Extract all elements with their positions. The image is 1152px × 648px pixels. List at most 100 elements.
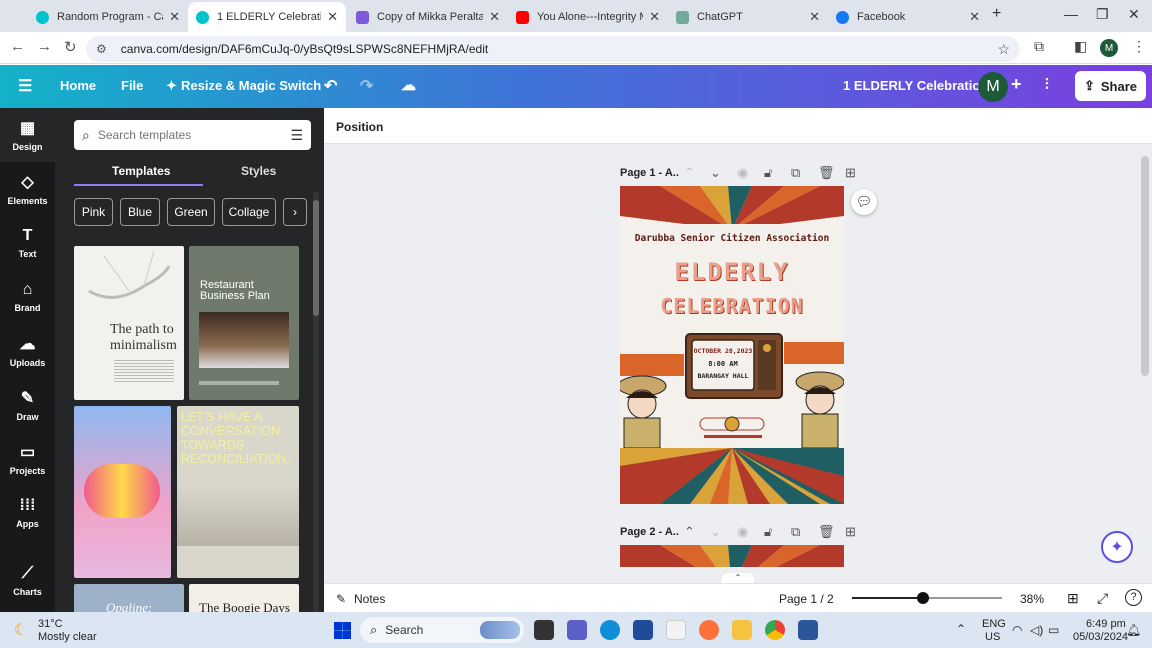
filter-chip-green[interactable]: Green <box>167 198 215 226</box>
site-settings-icon[interactable]: ⚙ <box>96 42 107 56</box>
temperature[interactable]: 31°C <box>38 618 63 630</box>
zoom-slider-thumb[interactable] <box>917 592 929 604</box>
rail-item-apps[interactable]: ⁞⁞⁞ Apps <box>0 486 55 540</box>
word-icon[interactable] <box>798 620 818 640</box>
close-tab-icon[interactable]: ✕ <box>327 9 338 25</box>
page-1-label[interactable]: Page 1 - A.. <box>620 167 679 179</box>
extensions-icon[interactable]: ⧉ <box>1034 38 1044 55</box>
template-thumbnail[interactable]: The path to minimalism <box>74 246 184 400</box>
position-button[interactable]: Position <box>336 120 383 134</box>
undo-icon[interactable]: ↶ <box>324 76 337 96</box>
event-time[interactable]: 8:00 AM <box>692 360 754 368</box>
move-page-down-icon[interactable]: ⌄ <box>710 524 721 540</box>
design-page-2[interactable] <box>620 545 844 567</box>
redo-icon[interactable]: ↷ <box>360 76 373 96</box>
weather-condition[interactable]: Mostly clear <box>38 631 97 643</box>
notes-button[interactable]: Notes <box>354 592 385 606</box>
rail-item-elements[interactable]: ◇ Elements <box>0 162 55 216</box>
rail-item-design[interactable]: ▦ Design <box>0 108 55 162</box>
task-view-icon[interactable] <box>534 620 554 640</box>
event-venue[interactable]: BARANGAY HALL <box>692 372 754 380</box>
resize-magic-switch-button[interactable]: Resize & Magic Switch <box>181 78 321 93</box>
bookmark-star-icon[interactable]: ☆ <box>997 41 1010 58</box>
new-tab-button[interactable]: + <box>992 5 1001 23</box>
back-icon[interactable]: ← <box>10 38 25 55</box>
close-tab-icon[interactable]: ✕ <box>969 9 980 25</box>
grid-view-icon[interactable]: ⊞ <box>1067 590 1079 607</box>
file-menu-button[interactable]: File <box>121 78 143 93</box>
profile-avatar[interactable]: M <box>1100 39 1118 57</box>
filter-chip-blue[interactable]: Blue <box>120 198 160 226</box>
insights-chart-icon[interactable]: ⫶ <box>1045 76 1049 93</box>
rail-item-projects[interactable]: ▭ Projects <box>0 432 55 486</box>
add-page-icon[interactable]: ⊞ <box>845 524 856 540</box>
battery-icon[interactable]: ▭ <box>1048 623 1059 637</box>
template-thumbnail[interactable]: The Boogie Days <box>189 584 299 612</box>
page-indicator[interactable]: Page 1 / 2 <box>779 592 834 606</box>
hamburger-menu-icon[interactable]: ☰ <box>18 76 32 96</box>
clock-date[interactable]: 05/03/2024 <box>1073 631 1128 643</box>
template-thumbnail[interactable]: Restaurant Business Plan <box>189 246 299 400</box>
duplicate-page-icon[interactable]: ⧉ <box>791 524 800 540</box>
wifi-icon[interactable]: ◠ <box>1012 623 1022 637</box>
add-comment-icon[interactable]: 💬︎ <box>851 189 877 215</box>
show-hidden-icons-icon[interactable]: ⌃ <box>956 622 966 636</box>
page-2-label[interactable]: Page 2 - A.. <box>620 526 679 538</box>
tab-styles[interactable]: Styles <box>241 164 276 178</box>
move-page-down-icon[interactable]: ⌄ <box>710 165 721 181</box>
notes-icon[interactable]: ✎ <box>336 592 346 606</box>
close-tab-icon[interactable]: ✕ <box>809 9 820 25</box>
magic-assistant-icon[interactable]: ✦ <box>1101 531 1133 563</box>
rail-item-charts[interactable]: ⟋ Charts <box>0 554 55 608</box>
hide-page-icon[interactable]: ◉ <box>737 165 748 181</box>
rail-item-brand[interactable]: ⌂ Brand <box>0 270 55 324</box>
template-thumbnail[interactable]: Opaline: <box>74 584 184 612</box>
notifications-bell-icon[interactable]: 🔔︎ <box>1126 623 1141 637</box>
template-thumbnail[interactable] <box>74 406 171 578</box>
poster-title-line-1[interactable]: ELDERLY <box>620 258 844 286</box>
duplicate-page-icon[interactable]: ⧉ <box>791 165 800 181</box>
chips-next-arrow-icon[interactable]: › <box>283 198 307 226</box>
taskbar-search[interactable]: ⌕ Search <box>360 617 524 643</box>
home-button[interactable]: Home <box>60 78 96 93</box>
browser-tab-active[interactable]: 1 ELDERLY Celebration - 2 ✕ <box>188 2 346 32</box>
menu-kebab-icon[interactable]: ⋮ <box>1132 38 1146 55</box>
user-avatar[interactable]: M <box>978 72 1008 102</box>
zoom-slider[interactable] <box>852 592 1002 604</box>
amazon-icon[interactable] <box>666 620 686 640</box>
rail-item-uploads[interactable]: ☁ Uploads <box>0 324 55 378</box>
minimize-icon[interactable]: — <box>1064 6 1078 22</box>
add-page-icon[interactable]: ⊞ <box>845 165 856 181</box>
poster-title-line-2[interactable]: CELEBRATION <box>620 294 844 318</box>
add-collaborator-icon[interactable]: + <box>1011 74 1022 95</box>
close-window-icon[interactable]: ✕ <box>1128 6 1140 23</box>
filter-chip-pink[interactable]: Pink <box>74 198 113 226</box>
rail-item-draw[interactable]: ✎ Draw <box>0 378 55 432</box>
close-tab-icon[interactable]: ✕ <box>649 9 660 25</box>
lock-page-icon[interactable]: 🔓︎ <box>764 165 772 181</box>
tab-templates[interactable]: Templates <box>112 164 170 178</box>
forward-icon[interactable]: → <box>37 38 52 55</box>
event-date[interactable]: OCTOBER 28,2023 <box>692 347 754 355</box>
browser-tab[interactable]: Facebook ✕ <box>828 4 988 30</box>
search-input[interactable] <box>97 128 268 142</box>
lock-page-icon[interactable]: 🔓︎ <box>764 524 772 540</box>
restore-icon[interactable]: ❐ <box>1096 6 1109 23</box>
sidebar-icon[interactable]: ◧ <box>1074 38 1087 55</box>
template-search-box[interactable]: ⌕ ☰ <box>74 120 311 150</box>
firefox-icon[interactable] <box>699 620 719 640</box>
teams-chat-icon[interactable] <box>567 620 587 640</box>
chrome-icon[interactable] <box>765 620 785 640</box>
url-text[interactable]: canva.com/design/DAF6mCuJq-0/yBsQt9sLSPW… <box>121 42 488 56</box>
language-line-1[interactable]: ENG <box>982 618 1006 630</box>
delete-page-icon[interactable]: 🗑︎ <box>818 165 835 181</box>
close-tab-icon[interactable]: ✕ <box>169 9 180 25</box>
language-line-2[interactable]: US <box>985 631 1000 643</box>
browser-tab[interactable]: Copy of Mikka Peralta_TEA ✕ <box>348 4 508 30</box>
zoom-level[interactable]: 38% <box>1020 592 1044 606</box>
poster-organization[interactable]: Darubba Senior Citizen Association <box>620 233 844 244</box>
clock-time[interactable]: 6:49 pm <box>1086 618 1126 630</box>
volume-icon[interactable]: ◁) <box>1030 623 1043 637</box>
cloud-saved-icon[interactable]: ☁ <box>401 76 416 94</box>
hide-page-icon[interactable]: ◉ <box>737 524 748 540</box>
